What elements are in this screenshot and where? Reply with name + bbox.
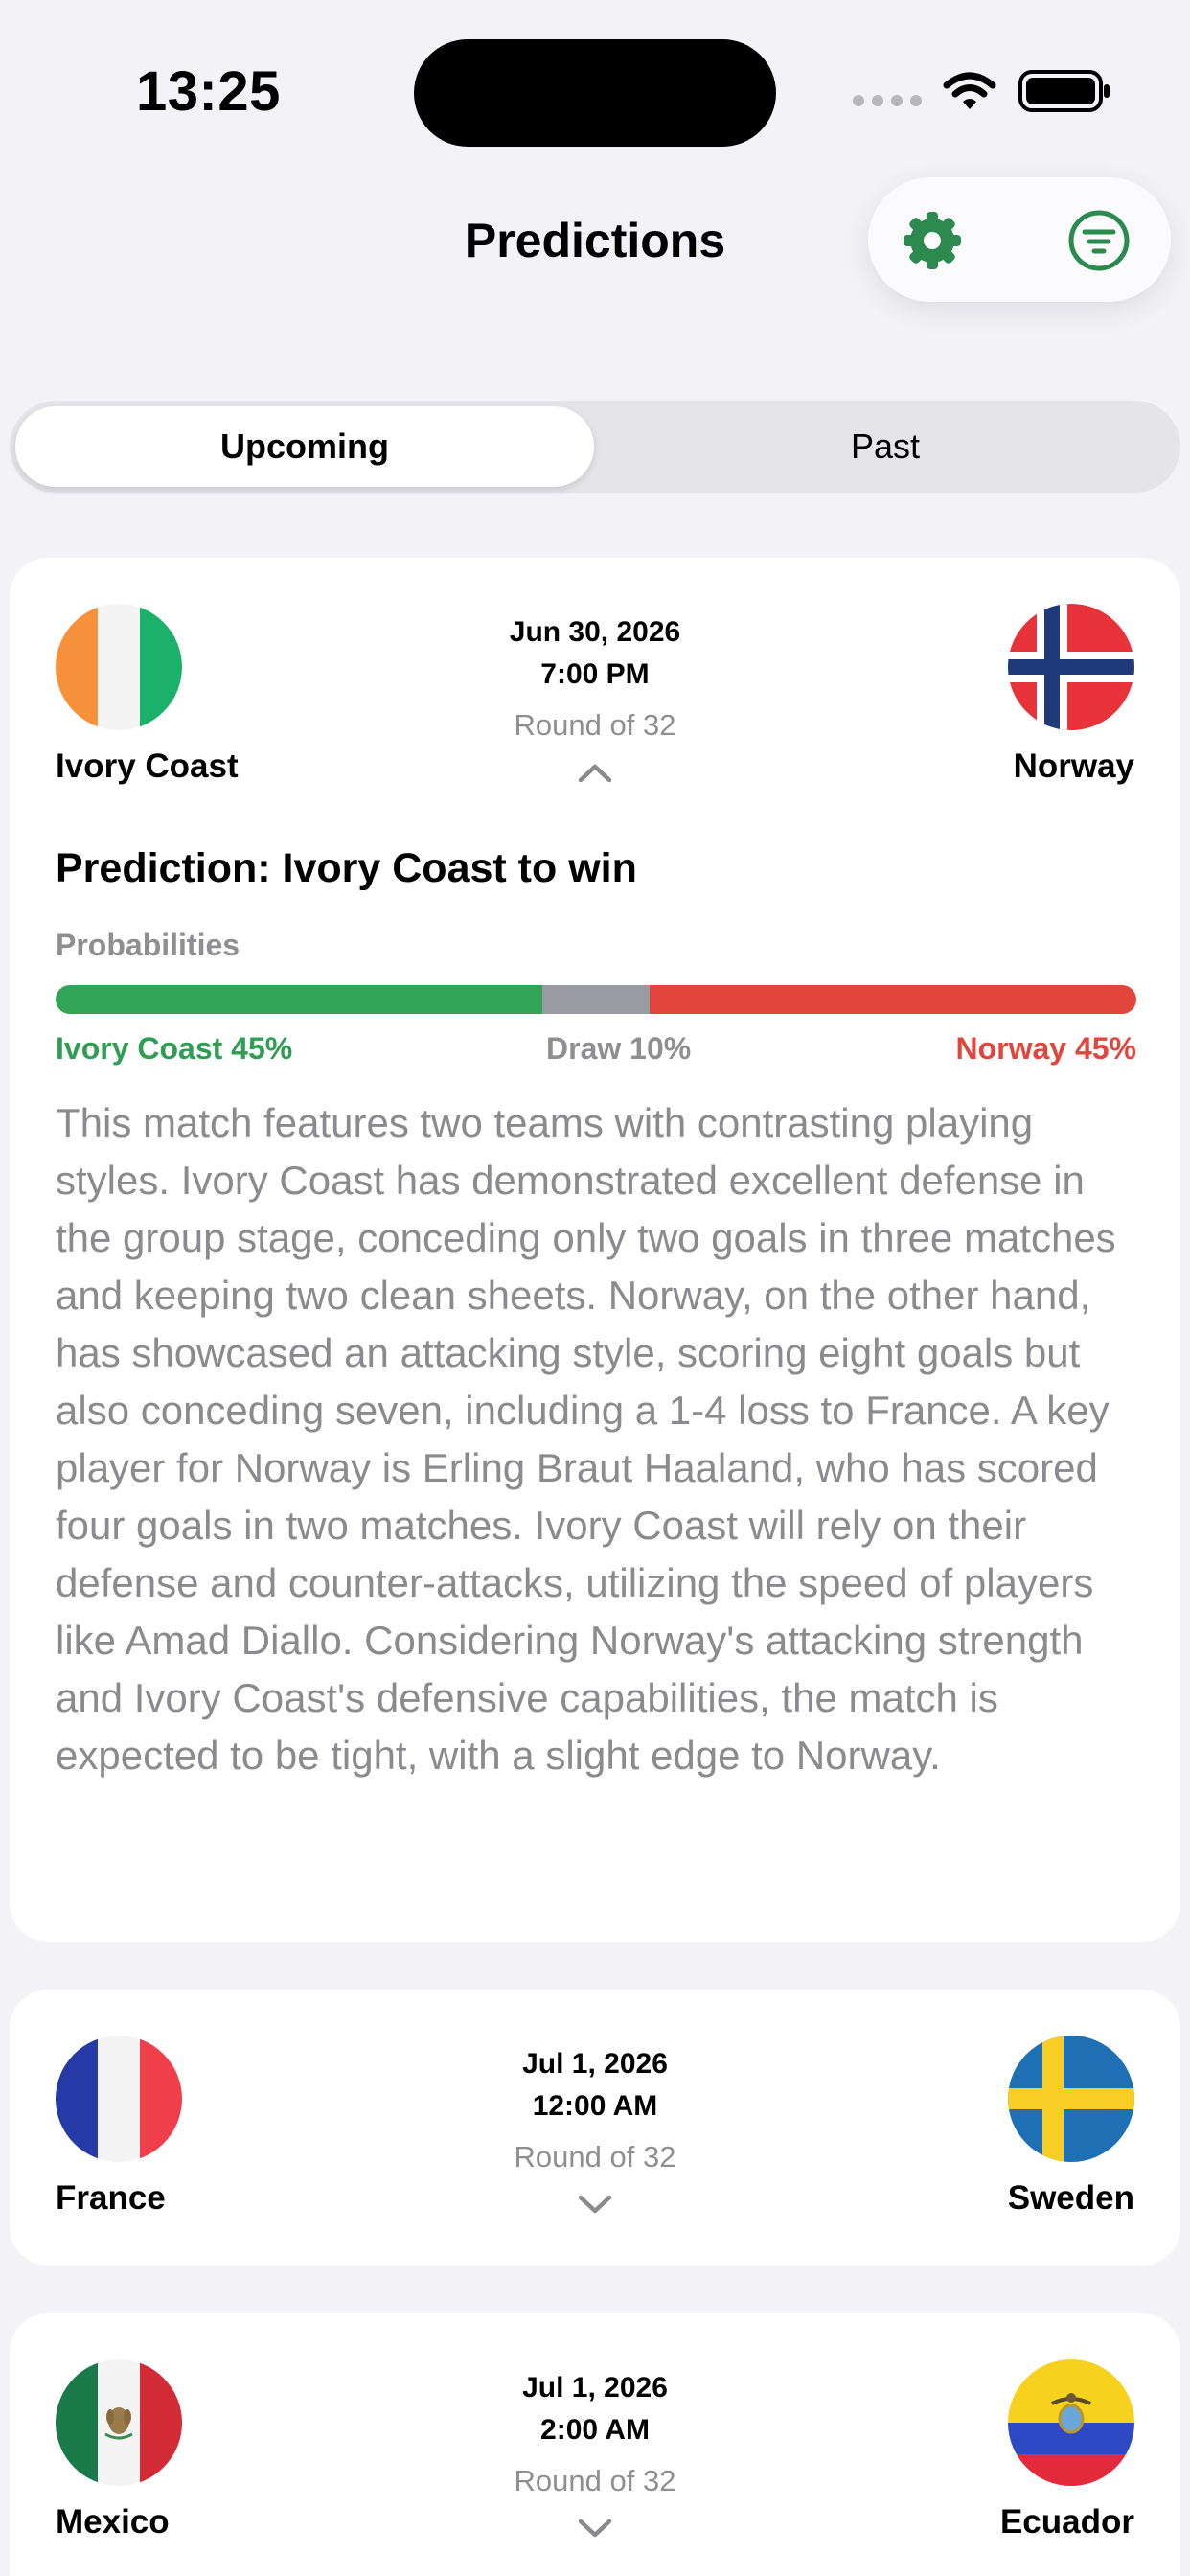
match-info: Jul 1, 2026 12:00 AM Round of 32 bbox=[355, 2043, 835, 2216]
home-team-name: Mexico bbox=[56, 2503, 170, 2541]
wifi-icon bbox=[943, 72, 996, 109]
match-round: Round of 32 bbox=[514, 2140, 676, 2174]
probabilities-label: Probabilities bbox=[56, 928, 240, 962]
home-team-name: France bbox=[56, 2179, 166, 2217]
match-analysis-text: This match features two teams with contr… bbox=[56, 1100, 1116, 1778]
match-date: Jul 1, 2026 bbox=[522, 2048, 668, 2080]
match-info: Jul 1, 2026 2:00 AM Round of 32 bbox=[355, 2367, 835, 2540]
home-win-probability-segment bbox=[56, 985, 542, 1014]
away-probability-text: Norway 45% bbox=[955, 1031, 1136, 1066]
gear-icon bbox=[904, 212, 961, 269]
status-icons bbox=[853, 69, 1111, 113]
home-team-name: Ivory Coast bbox=[56, 748, 239, 785]
ivory-coast-flag bbox=[56, 604, 182, 730]
upcoming-past-segmented-control: Upcoming Past bbox=[10, 401, 1180, 493]
probability-bar bbox=[56, 985, 1136, 1014]
tab-upcoming[interactable]: Upcoming bbox=[15, 406, 594, 487]
match-time: 12:00 AM bbox=[532, 2090, 658, 2122]
norway-flag bbox=[1008, 604, 1134, 730]
match-time: 2:00 AM bbox=[540, 2414, 650, 2446]
sweden-flag bbox=[1008, 2036, 1134, 2162]
away-win-probability-segment bbox=[650, 985, 1136, 1014]
match-round: Round of 32 bbox=[514, 2464, 676, 2497]
toolbar bbox=[868, 177, 1171, 302]
filter-button[interactable] bbox=[1067, 209, 1131, 272]
match-time: 7:00 PM bbox=[540, 658, 650, 690]
signal-dots-icon bbox=[853, 95, 922, 106]
tab-past[interactable]: Past bbox=[596, 406, 1175, 487]
match-card[interactable]: Mexico Jul 1, 2026 2:00 AM Round of 32 E… bbox=[10, 2313, 1180, 2576]
match-card[interactable]: Ivory Coast Jun 30, 2026 7:00 PM Round o… bbox=[10, 558, 1180, 1942]
match-card[interactable]: France Jul 1, 2026 12:00 AM Round of 32 … bbox=[10, 1990, 1180, 2266]
away-team-name: Norway bbox=[1013, 748, 1134, 785]
match-date: Jul 1, 2026 bbox=[522, 2372, 668, 2404]
chevron-down-icon[interactable] bbox=[576, 2517, 614, 2540]
filter-icon bbox=[1068, 210, 1130, 271]
draw-probability-segment bbox=[541, 985, 651, 1014]
away-team-name: Ecuador bbox=[999, 2503, 1134, 2541]
battery-icon bbox=[1018, 70, 1110, 112]
match-info: Jun 30, 2026 7:00 PM Round of 32 bbox=[355, 611, 835, 784]
mexico-flag bbox=[56, 2359, 182, 2486]
status-time: 13:25 bbox=[136, 60, 281, 123]
away-team-name: Sweden bbox=[1007, 2179, 1134, 2217]
chevron-up-icon[interactable] bbox=[576, 761, 614, 784]
match-date: Jun 30, 2026 bbox=[509, 616, 681, 648]
match-round: Round of 32 bbox=[514, 708, 676, 742]
predictions-screen: 13:25 Predictions Upcoming Past Ivory Co… bbox=[0, 0, 1190, 2576]
home-probability-text: Ivory Coast 45% bbox=[56, 1031, 293, 1066]
settings-button[interactable] bbox=[901, 209, 964, 272]
ecuador-flag bbox=[1008, 2359, 1134, 2486]
france-flag bbox=[56, 2036, 182, 2162]
dynamic-island bbox=[414, 39, 776, 147]
prediction-title: Prediction: Ivory Coast to win bbox=[56, 845, 637, 891]
chevron-down-icon[interactable] bbox=[576, 2193, 614, 2216]
draw-probability-text: Draw 10% bbox=[546, 1031, 692, 1066]
